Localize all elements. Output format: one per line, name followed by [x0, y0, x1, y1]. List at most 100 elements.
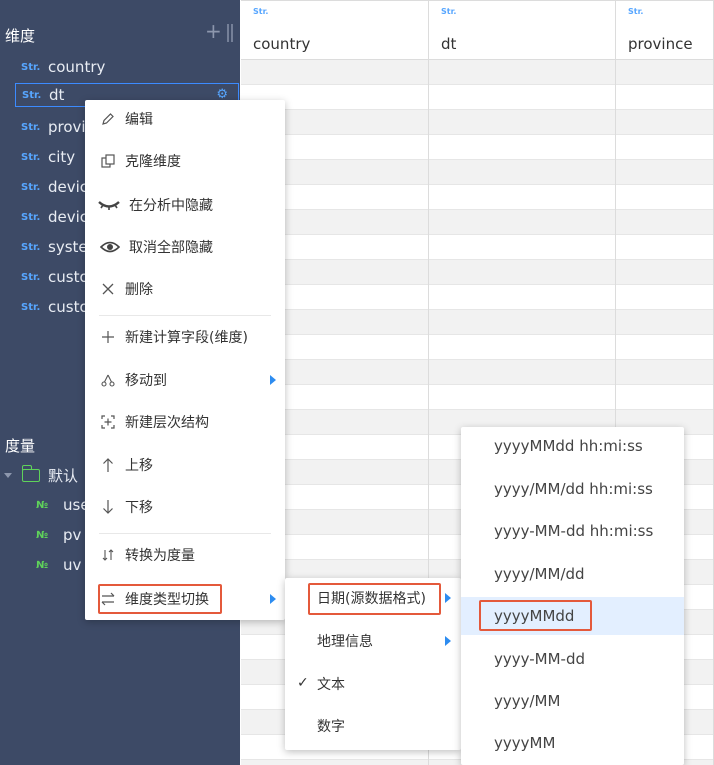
- menu-divider: [99, 315, 271, 316]
- menu-item-label: 新建计算字段(维度): [125, 330, 248, 346]
- measure-section-title: 度量: [5, 437, 36, 455]
- format-option[interactable]: yyyy/MM/dd hh:mi:ss: [461, 470, 684, 508]
- dimension-field-country[interactable]: Str. country: [15, 55, 240, 79]
- highlight-box: [308, 583, 441, 615]
- menu-item-delete[interactable]: 删除: [85, 274, 285, 304]
- string-type-tag: Str.: [21, 271, 41, 283]
- arrow-up-icon: [99, 456, 117, 474]
- dimension-type-submenu: 日期(源数据格式) 地理信息 ✓ 文本 数字: [285, 578, 461, 750]
- format-option[interactable]: yyyy/MM: [461, 682, 684, 720]
- menu-item-label: 编辑: [125, 112, 153, 128]
- format-label: yyyy-MM-dd hh:mi:ss: [494, 522, 654, 540]
- type-option-geo[interactable]: 地理信息: [285, 626, 461, 656]
- field-name: country: [48, 58, 106, 76]
- menu-item-clone-dimension[interactable]: 克隆维度: [85, 146, 285, 176]
- string-type-tag: Str.: [253, 7, 269, 16]
- pencil-icon: [99, 110, 117, 128]
- folder-icon: [21, 464, 40, 482]
- check-icon: ✓: [297, 675, 309, 691]
- menu-item-label: 转换为度量: [125, 548, 195, 564]
- field-name: uv: [63, 556, 82, 574]
- menu-item-label: 地理信息: [317, 634, 373, 650]
- field-name: pv: [63, 526, 82, 544]
- menu-item-new-hierarchy[interactable]: 新建层次结构: [85, 407, 285, 437]
- menu-item-label: 数字: [317, 719, 345, 735]
- format-label: yyyyMMdd hh:mi:ss: [494, 437, 643, 455]
- type-option-number[interactable]: 数字: [285, 711, 461, 741]
- string-type-tag: Str.: [21, 181, 41, 193]
- date-format-submenu: yyyyMMdd hh:mi:ss yyyy/MM/dd hh:mi:ss yy…: [461, 427, 684, 765]
- number-type-tag: №: [36, 529, 49, 541]
- dimension-section-title: 维度: [5, 27, 36, 45]
- menu-item-move-down[interactable]: 下移: [85, 492, 285, 522]
- menu-item-label: 文本: [317, 677, 345, 693]
- format-option[interactable]: yyyyMM: [461, 724, 684, 762]
- column-title: country: [253, 35, 311, 53]
- menu-item-label: 上移: [125, 458, 153, 474]
- caret-down-icon[interactable]: [4, 472, 12, 478]
- format-option[interactable]: yyyy-MM-dd: [461, 640, 684, 678]
- hierarchy-icon: [99, 413, 117, 431]
- menu-item-label: 新建层次结构: [125, 415, 209, 431]
- submenu-arrow-icon: [270, 375, 276, 385]
- arrow-down-icon: [99, 498, 117, 516]
- column-header[interactable]: Str. country: [241, 0, 428, 60]
- field-name: city: [48, 148, 76, 166]
- drag-handle-icon[interactable]: [227, 24, 235, 42]
- format-label: yyyy/MM/dd hh:mi:ss: [494, 480, 653, 498]
- menu-item-unhide-all[interactable]: 取消全部隐藏: [85, 232, 285, 262]
- string-type-tag: Str.: [21, 301, 41, 313]
- add-icon[interactable]: +: [205, 21, 222, 41]
- column-header[interactable]: Str. dt: [429, 0, 615, 60]
- format-option[interactable]: yyyy-MM-dd hh:mi:ss: [461, 512, 684, 550]
- menu-item-convert-to-measure[interactable]: 转换为度量: [85, 540, 285, 570]
- menu-item-new-calculated-field[interactable]: 新建计算字段(维度): [85, 322, 285, 352]
- string-type-tag: Str.: [21, 61, 41, 73]
- close-icon: [99, 280, 117, 298]
- string-type-tag: Str.: [21, 151, 41, 163]
- menu-item-hide-in-analysis[interactable]: 在分析中隐藏: [85, 190, 285, 220]
- menu-item-label: 移动到: [125, 373, 167, 389]
- submenu-arrow-icon: [445, 636, 451, 646]
- menu-item-label: 下移: [125, 500, 153, 516]
- string-type-tag: Str.: [21, 211, 41, 223]
- string-type-tag: Str.: [441, 7, 457, 16]
- plus-icon: [99, 328, 117, 346]
- format-option[interactable]: yyyy/MM/dd: [461, 555, 684, 593]
- convert-icon: [99, 546, 117, 564]
- hide-icon: [97, 196, 121, 214]
- move-icon: [99, 371, 117, 389]
- menu-item-label: 在分析中隐藏: [129, 198, 213, 214]
- submenu-arrow-icon: [270, 594, 276, 604]
- string-type-tag: Str.: [21, 121, 41, 133]
- format-label: yyyy-MM-dd: [494, 650, 585, 668]
- field-context-menu: 编辑 克隆维度 在分析中隐藏 取消全部隐藏 删除 新建计算字段(维度) 移动到 …: [85, 100, 285, 620]
- format-label: yyyyMM: [494, 734, 556, 752]
- eye-icon: [99, 238, 121, 256]
- string-type-tag: Str.: [628, 7, 644, 16]
- column-title: dt: [441, 35, 457, 53]
- menu-item-label: 删除: [125, 282, 153, 298]
- clone-icon: [99, 152, 117, 170]
- format-label: yyyy/MM/dd: [494, 565, 585, 583]
- column-title: province: [628, 35, 693, 53]
- menu-item-label: 取消全部隐藏: [129, 240, 213, 256]
- column-header[interactable]: Str. province: [616, 0, 713, 60]
- string-type-tag: Str.: [21, 241, 41, 253]
- menu-divider: [99, 533, 271, 534]
- string-type-tag: Str.: [22, 89, 42, 101]
- highlight-box: [98, 584, 222, 614]
- folder-label: 默认: [48, 466, 79, 485]
- number-type-tag: №: [36, 499, 49, 511]
- number-type-tag: №: [36, 559, 49, 571]
- menu-item-move-to[interactable]: 移动到: [85, 365, 285, 395]
- type-option-text[interactable]: ✓ 文本: [285, 669, 461, 699]
- field-name: dt: [49, 86, 65, 104]
- menu-item-move-up[interactable]: 上移: [85, 450, 285, 480]
- menu-item-edit[interactable]: 编辑: [85, 104, 285, 134]
- format-label: yyyy/MM: [494, 692, 561, 710]
- submenu-arrow-icon: [445, 593, 451, 603]
- highlight-box: [479, 600, 592, 631]
- format-option[interactable]: yyyyMMdd hh:mi:ss: [461, 427, 684, 465]
- menu-item-label: 克隆维度: [125, 154, 181, 170]
